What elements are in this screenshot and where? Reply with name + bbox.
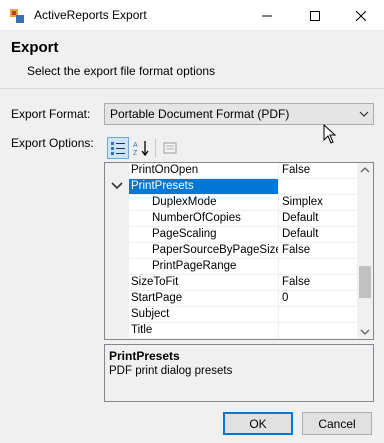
- property-name: Subject: [129, 307, 279, 322]
- svg-text:Z: Z: [133, 150, 138, 157]
- description-title: PrintPresets: [109, 349, 180, 363]
- dialog-header: Export Select the export file format opt…: [0, 31, 384, 89]
- collapse-chevron-icon[interactable]: [111, 181, 123, 191]
- property-name: NumberOfCopies: [129, 211, 279, 226]
- close-button[interactable]: [338, 0, 384, 31]
- maximize-icon: [310, 10, 320, 21]
- property-name: DuplexMode: [129, 195, 279, 210]
- property-row[interactable]: NumberOfCopies Default: [129, 211, 359, 227]
- property-row[interactable]: PageScaling Default: [129, 227, 359, 243]
- page-subtitle: Select the export file format options: [27, 64, 216, 78]
- alphabetical-button[interactable]: A Z: [130, 137, 152, 159]
- close-icon: [356, 10, 366, 21]
- property-row[interactable]: StartPage 0: [129, 291, 359, 307]
- toolbar-separator: [155, 139, 156, 157]
- maximize-button[interactable]: [292, 0, 338, 31]
- export-format-select[interactable]: Portable Document Format (PDF): [104, 103, 374, 125]
- activereports-icon: [10, 9, 24, 23]
- property-value[interactable]: Default: [282, 211, 359, 226]
- property-name: Title: [129, 323, 279, 338]
- property-value[interactable]: [282, 323, 359, 338]
- window-title: ActiveReports Export: [34, 8, 147, 22]
- property-grid[interactable]: PrintOnOpen False PrintPresets DuplexMode Si…: [104, 162, 374, 340]
- ok-button[interactable]: OK: [223, 412, 293, 435]
- svg-text:A: A: [133, 142, 138, 149]
- property-name: PrintPresets: [129, 179, 279, 194]
- scroll-up-icon[interactable]: [360, 166, 370, 174]
- title-bar: ActiveReports Export: [0, 0, 384, 31]
- grid-scrollbar[interactable]: [357, 163, 373, 339]
- categorized-icon: [111, 142, 125, 155]
- export-format-label: Export Format:: [11, 107, 91, 121]
- property-name: PrintPageRange: [129, 259, 279, 274]
- property-category-row[interactable]: PrintPresets: [129, 179, 359, 195]
- property-value[interactable]: False: [282, 243, 359, 258]
- minimize-icon: [262, 15, 272, 16]
- export-format-value: Portable Document Format (PDF): [110, 107, 290, 121]
- chevron-down-icon: [359, 111, 369, 117]
- property-value[interactable]: False: [282, 275, 359, 290]
- property-name: PrintOnOpen: [129, 163, 279, 178]
- scroll-down-icon[interactable]: [360, 328, 370, 336]
- scroll-thumb[interactable]: [359, 266, 371, 298]
- property-row[interactable]: PrintOnOpen False: [129, 163, 359, 179]
- property-row[interactable]: PrintPageRange: [129, 259, 359, 275]
- export-options-label: Export Options:: [11, 136, 94, 150]
- property-row[interactable]: SizeToFit False: [129, 275, 359, 291]
- property-pages-button[interactable]: [159, 137, 181, 159]
- alphabetical-sort-icon: A Z: [133, 141, 149, 157]
- property-row[interactable]: Subject: [129, 307, 359, 323]
- categorized-button[interactable]: [107, 137, 129, 159]
- property-value[interactable]: False: [282, 163, 359, 178]
- page-title: Export: [11, 39, 59, 56]
- property-name: SizeToFit: [129, 275, 279, 290]
- property-value[interactable]: Default: [282, 227, 359, 242]
- property-row[interactable]: Title: [129, 323, 359, 339]
- property-value[interactable]: 0: [282, 291, 359, 306]
- property-value[interactable]: Simplex: [282, 195, 359, 210]
- property-value[interactable]: [282, 179, 359, 194]
- property-name: PageScaling: [129, 227, 279, 242]
- property-value[interactable]: [282, 259, 359, 274]
- property-row[interactable]: DuplexMode Simplex: [129, 195, 359, 211]
- description-panel: PrintPresets PDF print dialog presets: [104, 344, 374, 402]
- minimize-button[interactable]: [244, 0, 290, 31]
- property-value[interactable]: [282, 307, 359, 322]
- property-row[interactable]: PaperSourceByPageSize False: [129, 243, 359, 259]
- property-name: PaperSourceByPageSize: [129, 243, 279, 258]
- property-name: StartPage: [129, 291, 279, 306]
- cancel-button[interactable]: Cancel: [302, 412, 372, 435]
- description-text: PDF print dialog presets: [109, 365, 233, 377]
- property-pages-icon: [163, 142, 177, 154]
- mouse-cursor-icon: [323, 124, 337, 144]
